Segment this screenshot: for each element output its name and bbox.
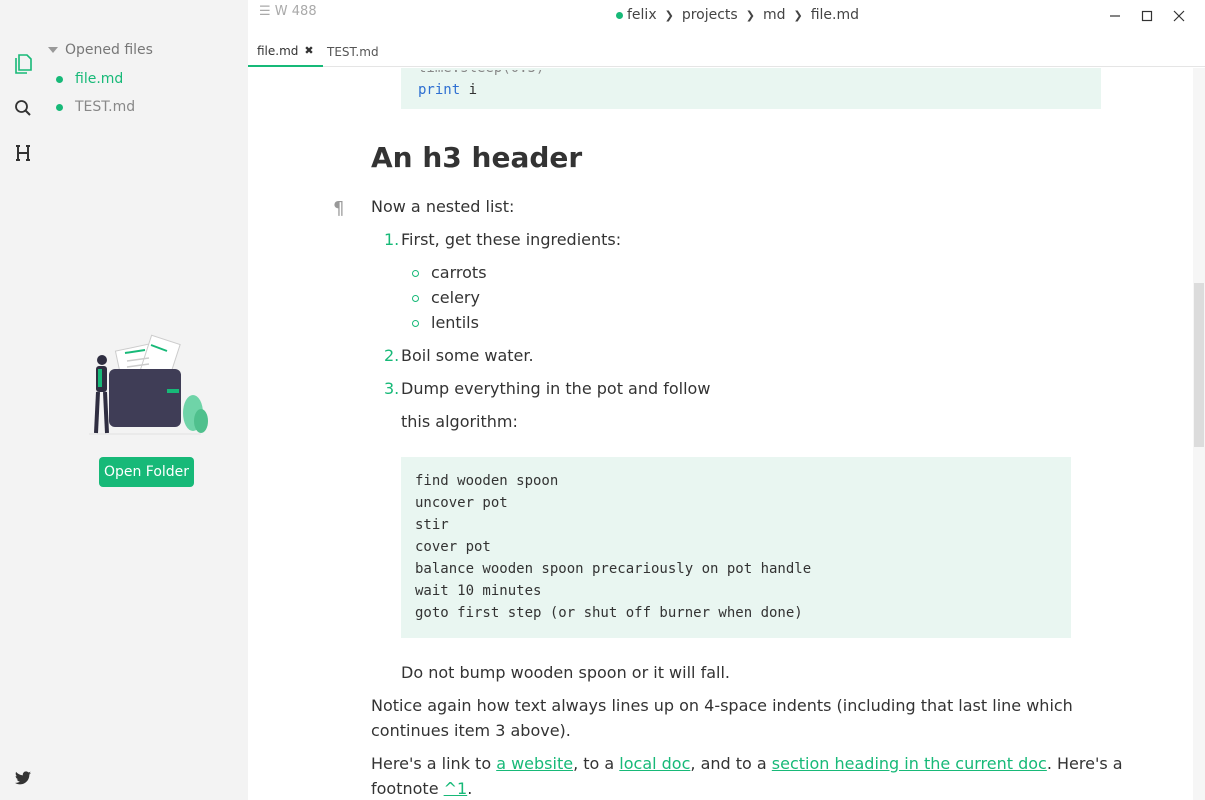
search-icon[interactable]	[11, 96, 35, 120]
breadcrumb-item[interactable]: md	[763, 7, 786, 23]
sublist-item: celery	[431, 288, 480, 307]
open-folder-button[interactable]: Open Folder	[99, 457, 194, 487]
text: .	[467, 779, 473, 798]
footnote-link[interactable]: ^1	[444, 779, 468, 798]
text: , to a	[573, 754, 620, 773]
code-line: time.sleep(0.5)	[418, 68, 545, 76]
code-line: find wooden spoon	[415, 473, 559, 489]
breadcrumb: felix ❯ projects ❯ md ❯ file.md	[616, 7, 859, 23]
code-line: print i	[418, 82, 477, 98]
maximize-icon	[1141, 10, 1153, 22]
list-item: First, get these ingredients:	[401, 230, 622, 249]
file-status-dot	[56, 103, 63, 111]
tab-label: TEST.md	[327, 44, 379, 59]
heading-h3: An h3 header	[371, 141, 583, 174]
minimize-button[interactable]	[1103, 4, 1127, 28]
save-status-dot	[616, 11, 623, 19]
bullet-icon	[412, 320, 419, 327]
tab-bar: file.md ✖ TEST.md	[248, 36, 1205, 67]
activity-bar	[0, 0, 46, 800]
sublist-item: lentils	[431, 313, 479, 332]
word-count-text: W 488	[274, 4, 317, 19]
menu-icon[interactable]: ☰	[259, 4, 271, 19]
maximize-button[interactable]	[1135, 4, 1159, 28]
chevron-right-icon: ❯	[793, 8, 803, 22]
paragraph-mark-icon[interactable]: ¶	[333, 198, 344, 219]
code-line: uncover pot	[415, 495, 508, 511]
breadcrumb-item[interactable]: file.md	[811, 7, 859, 23]
list-item: Boil some water.	[401, 346, 534, 365]
paragraph-links: Here's a link to a website, to a local d…	[371, 754, 1123, 773]
code-keyword: print	[418, 82, 461, 98]
code-block-partial[interactable]: time.sleep(0.5) print i	[401, 68, 1101, 109]
close-window-button[interactable]	[1167, 4, 1191, 28]
text: . Here's a	[1046, 754, 1123, 773]
breadcrumb-item[interactable]: felix	[627, 7, 657, 23]
close-icon	[1173, 10, 1185, 22]
tab-label: file.md	[257, 43, 299, 58]
paragraph-text: continues item 3 above).	[371, 721, 571, 740]
paragraph-links: footnote ^1.	[371, 779, 472, 798]
heading-icon[interactable]	[11, 141, 35, 165]
paragraph-text: this algorithm:	[401, 412, 518, 431]
list-item: Dump everything in the pot and follow	[401, 379, 711, 398]
editor[interactable]: time.sleep(0.5) print i An h3 header ¶ N…	[248, 68, 1193, 800]
file-name: file.md	[75, 71, 124, 87]
caret-down-icon	[48, 47, 58, 53]
twitter-icon[interactable]	[11, 766, 35, 790]
paragraph-text: Do not bump wooden spoon or it will fall…	[401, 663, 730, 682]
tab-test-md[interactable]: TEST.md	[318, 36, 388, 67]
code-line: cover pot	[415, 539, 491, 555]
file-name: TEST.md	[75, 99, 136, 115]
code-block[interactable]: find wooden spoon uncover pot stir cover…	[401, 457, 1071, 638]
sublist-item: carrots	[431, 263, 487, 282]
code-text: i	[460, 82, 478, 98]
breadcrumb-item[interactable]: projects	[682, 7, 738, 23]
scrollbar-thumb[interactable]	[1194, 283, 1204, 447]
close-tab-icon[interactable]: ✖	[304, 44, 313, 57]
list-number: 2.	[384, 346, 400, 365]
paragraph-text: Now a nested list:	[371, 197, 515, 216]
bullet-icon	[412, 295, 419, 302]
chevron-right-icon: ❯	[664, 8, 674, 22]
opened-files-title: Opened files	[65, 42, 153, 58]
sidebar-file-item[interactable]: TEST.md	[56, 97, 135, 117]
empty-folder-illustration	[89, 334, 208, 435]
section-heading-link[interactable]: section heading in the current doc	[772, 754, 1047, 773]
code-line: wait 10 minutes	[415, 583, 542, 599]
title-bar: ☰ W 488 felix ❯ projects ❯ md ❯ file.md	[248, 0, 1205, 32]
text: footnote	[371, 779, 444, 798]
local-doc-link[interactable]: local doc	[619, 754, 690, 773]
sidebar: Opened files file.md TEST.md Open Folder	[46, 0, 248, 800]
file-status-dot	[56, 75, 63, 83]
code-line: stir	[415, 517, 449, 533]
list-number: 3.	[384, 379, 400, 398]
text: Here's a link to	[371, 754, 497, 773]
bullet-icon	[412, 270, 419, 277]
website-link[interactable]: a website	[496, 754, 573, 773]
chevron-right-icon: ❯	[745, 8, 755, 22]
sidebar-file-item[interactable]: file.md	[56, 69, 123, 89]
word-count[interactable]: ☰ W 488	[259, 4, 317, 19]
paragraph-text: Notice again how text always lines up on…	[371, 696, 1073, 715]
code-line: balance wooden spoon precariously on pot…	[415, 561, 812, 577]
tab-file-md[interactable]: file.md ✖	[248, 36, 323, 67]
files-icon[interactable]	[11, 52, 35, 76]
minimize-icon	[1110, 15, 1120, 17]
opened-files-header[interactable]: Opened files	[46, 40, 153, 60]
text: , and to a	[690, 754, 772, 773]
code-line: goto first step (or shut off burner when…	[415, 605, 803, 621]
list-number: 1.	[384, 230, 400, 249]
